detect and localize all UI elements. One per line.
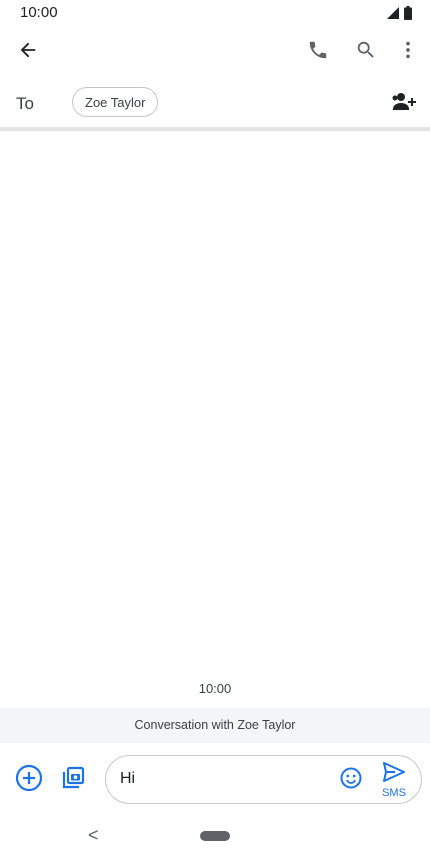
compose-row: SMS	[0, 750, 430, 810]
status-bar: 10:00	[0, 0, 430, 28]
call-button[interactable]	[300, 34, 336, 70]
status-icons	[386, 6, 412, 25]
compose-box: SMS	[105, 755, 422, 804]
emoji-icon	[339, 766, 363, 795]
add-attachment-button[interactable]	[11, 762, 47, 798]
add-contact-icon	[391, 91, 417, 118]
add-circle-icon	[15, 764, 43, 797]
app-bar	[0, 28, 430, 76]
messages-screen: 10:00 To Zoe Taylor 10:00 Conversation w…	[0, 0, 430, 860]
battery-icon	[404, 6, 412, 25]
send-icon	[382, 761, 406, 788]
nav-back-button[interactable]: <	[88, 825, 99, 846]
send-label: SMS	[382, 787, 406, 799]
contact-chip[interactable]: Zoe Taylor	[72, 87, 159, 117]
more-options-button[interactable]	[390, 34, 426, 70]
signal-icon	[386, 6, 400, 25]
phone-icon	[307, 39, 329, 66]
back-button[interactable]	[10, 34, 46, 70]
message-input[interactable]	[120, 770, 320, 788]
add-contact-button[interactable]	[386, 86, 422, 122]
navigation-bar: <	[0, 815, 430, 860]
back-arrow-icon	[17, 39, 39, 66]
status-time: 10:00	[20, 4, 58, 21]
search-button[interactable]	[348, 34, 384, 70]
more-vert-icon	[397, 39, 419, 66]
emoji-button[interactable]	[333, 762, 369, 798]
recipient-row: To Zoe Taylor	[0, 80, 430, 128]
gallery-button[interactable]	[55, 762, 91, 798]
to-label: To	[16, 94, 34, 113]
nav-home-button[interactable]	[200, 831, 230, 841]
send-button[interactable]: SMS	[374, 761, 414, 801]
message-timestamp: 10:00	[198, 681, 232, 696]
gallery-icon	[59, 764, 87, 797]
search-icon	[355, 39, 377, 66]
conversation-banner: Conversation with Zoe Taylor	[0, 708, 430, 743]
header-divider	[0, 127, 430, 131]
